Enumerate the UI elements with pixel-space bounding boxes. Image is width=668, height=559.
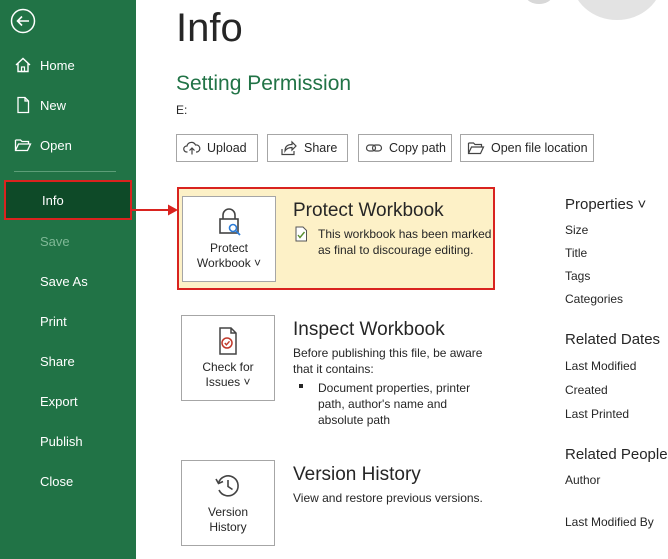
protect-desc-line1: This workbook has been marked bbox=[318, 227, 492, 241]
backstage-sidebar: Home New Open Info Save Save As Print Sh… bbox=[0, 0, 136, 559]
related-dates-heading: Related Dates bbox=[565, 331, 661, 348]
related-people-heading: Related People bbox=[565, 446, 668, 463]
author-label: Author bbox=[565, 473, 601, 487]
document-name: Setting Permission bbox=[176, 72, 352, 95]
protect-button-line1: Protect bbox=[209, 241, 248, 255]
back-arrow-icon[interactable] bbox=[10, 8, 36, 34]
document-path: E: bbox=[176, 103, 188, 117]
sidebar-item-print[interactable]: Print bbox=[0, 301, 136, 341]
last-modified-by-label: Last Modified By bbox=[565, 515, 654, 529]
copy-path-label: Copy path bbox=[389, 141, 446, 155]
sidebar-item-label: Home bbox=[40, 57, 75, 73]
inspect-desc-line1: Before publishing this file, be aware bbox=[293, 346, 483, 360]
sidebar-item-label: Share bbox=[40, 353, 75, 369]
sidebar-item-label: Save As bbox=[40, 273, 88, 289]
property-categories-label: Categories bbox=[565, 292, 624, 306]
version-button-line1: Version bbox=[207, 505, 249, 519]
history-clock-icon bbox=[215, 475, 239, 497]
sidebar-item-open[interactable]: Open bbox=[0, 125, 136, 165]
upload-button[interactable]: Upload bbox=[176, 134, 258, 162]
sidebar-item-label: Publish bbox=[40, 433, 83, 449]
inspect-workbook-title: Inspect Workbook bbox=[293, 319, 445, 340]
sidebar-item-label: New bbox=[40, 97, 67, 113]
sidebar-item-label: Save bbox=[40, 233, 70, 249]
folder-open-icon bbox=[14, 139, 32, 152]
decorative-shape bbox=[572, 0, 662, 20]
upload-label: Upload bbox=[207, 141, 247, 155]
decorative-shape bbox=[526, 0, 552, 4]
sidebar-item-label: Export bbox=[40, 393, 78, 409]
inspect-button-line1: Check for bbox=[202, 360, 254, 374]
sidebar-item-publish[interactable]: Publish bbox=[0, 421, 136, 461]
inspect-bullet-line1: Document properties, printer bbox=[318, 381, 471, 395]
property-title-label: Title bbox=[565, 246, 588, 260]
last-modified-label: Last Modified bbox=[565, 359, 637, 373]
link-icon bbox=[365, 144, 383, 152]
protect-workbook-title: Protect Workbook bbox=[293, 200, 444, 221]
sidebar-item-label: Info bbox=[42, 192, 64, 208]
sidebar-divider bbox=[14, 171, 116, 172]
sidebar-item-home[interactable]: Home bbox=[0, 45, 136, 85]
page-title: Info bbox=[176, 6, 243, 50]
lock-key-icon bbox=[219, 208, 241, 236]
sidebar-item-save: Save bbox=[0, 221, 136, 261]
sidebar-item-share[interactable]: Share bbox=[0, 341, 136, 381]
inspect-bullet-line2: path, author's name and bbox=[318, 397, 448, 411]
cloud-upload-icon bbox=[183, 141, 201, 155]
sidebar-item-label: Open bbox=[40, 137, 72, 153]
share-icon bbox=[281, 140, 297, 156]
created-label: Created bbox=[565, 383, 608, 397]
sidebar-item-label: Print bbox=[40, 313, 67, 329]
sidebar-item-label: Close bbox=[40, 473, 74, 489]
property-size-label: Size bbox=[565, 223, 589, 237]
folder-icon bbox=[467, 142, 485, 155]
check-for-issues-button[interactable]: Check for Issues ˅ bbox=[181, 315, 275, 401]
sidebar-item-new[interactable]: New bbox=[0, 85, 136, 125]
protect-desc-line2: as final to discourage editing. bbox=[318, 243, 474, 257]
inspect-document-icon bbox=[219, 327, 237, 355]
home-icon bbox=[15, 57, 31, 73]
sidebar-item-info[interactable]: Info bbox=[4, 180, 132, 220]
share-button[interactable]: Share bbox=[267, 134, 348, 162]
version-history-button[interactable]: Version History bbox=[181, 460, 275, 546]
final-mark-icon bbox=[295, 226, 307, 242]
protect-workbook-button[interactable]: Protect Workbook ˅ bbox=[182, 196, 276, 282]
inspect-desc-line2: that it contains: bbox=[293, 362, 374, 376]
version-button-line2: History bbox=[209, 520, 247, 534]
open-file-location-button[interactable]: Open file location bbox=[460, 134, 594, 162]
sidebar-item-save-as[interactable]: Save As bbox=[0, 261, 136, 301]
property-tags-label: Tags bbox=[565, 269, 591, 283]
sidebar-item-close[interactable]: Close bbox=[0, 461, 136, 501]
new-document-icon bbox=[17, 96, 30, 114]
version-history-desc: View and restore previous versions. bbox=[293, 491, 483, 505]
version-history-title: Version History bbox=[293, 464, 421, 485]
copy-path-button[interactable]: Copy path bbox=[358, 134, 452, 162]
bullet-icon bbox=[299, 384, 303, 388]
inspect-bullet-line3: absolute path bbox=[318, 413, 391, 427]
last-printed-label: Last Printed bbox=[565, 407, 630, 421]
open-file-location-label: Open file location bbox=[491, 141, 588, 155]
properties-dropdown[interactable]: Properties ˅ bbox=[565, 196, 646, 213]
info-pane: Info Setting Permission E: Upload Share … bbox=[136, 0, 668, 559]
sidebar-item-export[interactable]: Export bbox=[0, 381, 136, 421]
inspect-button-line2: Issues ˅ bbox=[205, 375, 251, 389]
share-label: Share bbox=[304, 141, 338, 155]
protect-button-line2: Workbook ˅ bbox=[196, 256, 262, 270]
